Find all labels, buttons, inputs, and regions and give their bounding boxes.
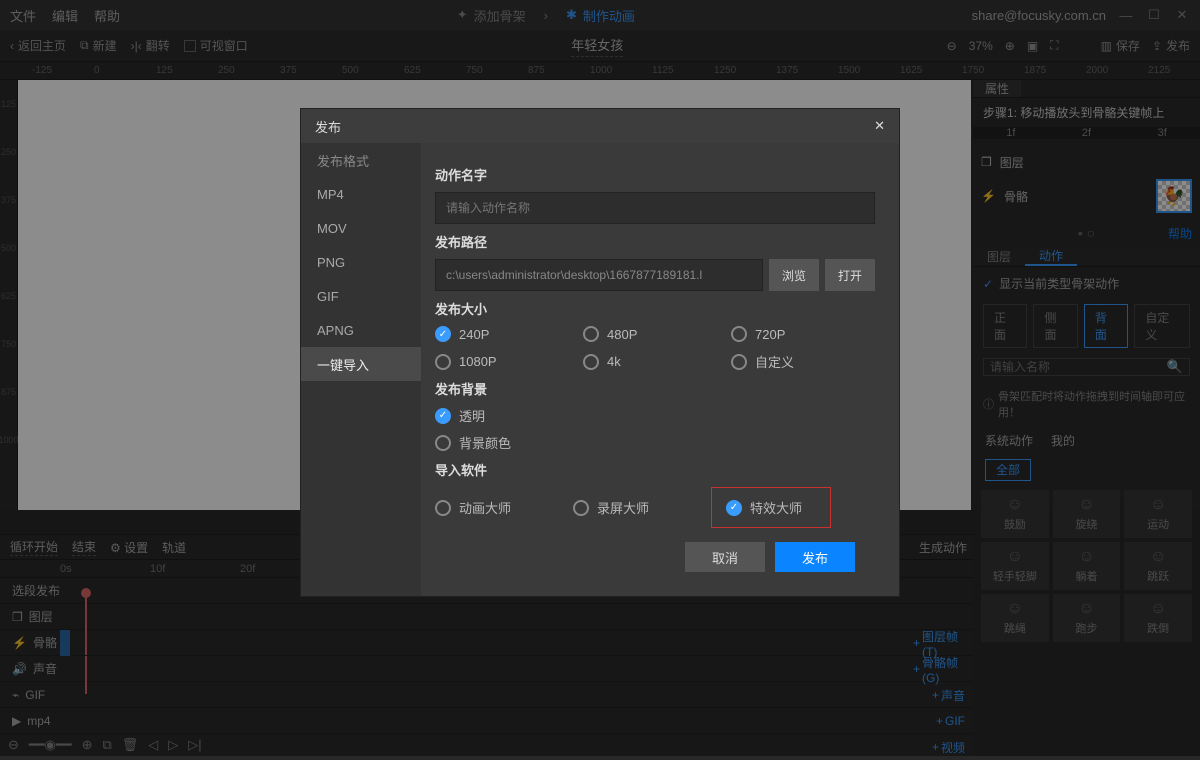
section-size: 发布大小	[435, 299, 875, 318]
modal-overlay: 发布 ✕ 发布格式 MP4 MOV PNG GIF APNG 一键导入 动作名字…	[0, 0, 1200, 756]
radio-icon	[435, 326, 451, 342]
radio-icon	[435, 435, 451, 451]
path-input[interactable]	[435, 259, 763, 291]
open-button[interactable]: 打开	[825, 259, 875, 291]
side-mov[interactable]: MOV	[301, 211, 421, 245]
size-1080p[interactable]: 1080P	[435, 352, 579, 371]
radio-icon	[731, 354, 747, 370]
radio-icon	[435, 354, 451, 370]
action-name-input[interactable]	[435, 192, 875, 224]
radio-icon	[731, 326, 747, 342]
radio-icon	[435, 408, 451, 424]
side-header: 发布格式	[301, 143, 421, 177]
cancel-button[interactable]: 取消	[685, 542, 765, 572]
size-480p[interactable]: 480P	[583, 326, 727, 342]
side-mp4[interactable]: MP4	[301, 177, 421, 211]
import-anim[interactable]: 动画大师	[435, 487, 555, 528]
side-apng[interactable]: APNG	[301, 313, 421, 347]
import-fx[interactable]: 特效大师	[711, 487, 831, 528]
dialog-title: 发布	[315, 117, 341, 136]
size-4k[interactable]: 4k	[583, 352, 727, 371]
radio-icon	[573, 500, 589, 516]
section-bg: 发布背景	[435, 379, 875, 398]
radio-icon	[583, 354, 599, 370]
radio-icon	[583, 326, 599, 342]
dialog-close-icon[interactable]: ✕	[874, 118, 885, 134]
import-rec[interactable]: 录屏大师	[573, 487, 693, 528]
browse-button[interactable]: 浏览	[769, 259, 819, 291]
size-custom[interactable]: 自定义	[731, 352, 875, 371]
radio-icon	[435, 500, 451, 516]
section-path: 发布路径	[435, 232, 875, 251]
side-import[interactable]: 一键导入	[301, 347, 421, 381]
dialog-sidebar: 发布格式 MP4 MOV PNG GIF APNG 一键导入	[301, 143, 421, 596]
bg-color[interactable]: 背景颜色	[435, 433, 875, 452]
bg-transparent[interactable]: 透明	[435, 406, 875, 425]
side-gif[interactable]: GIF	[301, 279, 421, 313]
side-png[interactable]: PNG	[301, 245, 421, 279]
radio-icon	[726, 500, 742, 516]
publish-dialog: 发布 ✕ 发布格式 MP4 MOV PNG GIF APNG 一键导入 动作名字…	[300, 108, 900, 597]
publish-confirm-button[interactable]: 发布	[775, 542, 855, 572]
section-import: 导入软件	[435, 460, 875, 479]
size-240p[interactable]: 240P	[435, 326, 579, 342]
section-name: 动作名字	[435, 165, 875, 184]
size-720p[interactable]: 720P	[731, 326, 875, 342]
